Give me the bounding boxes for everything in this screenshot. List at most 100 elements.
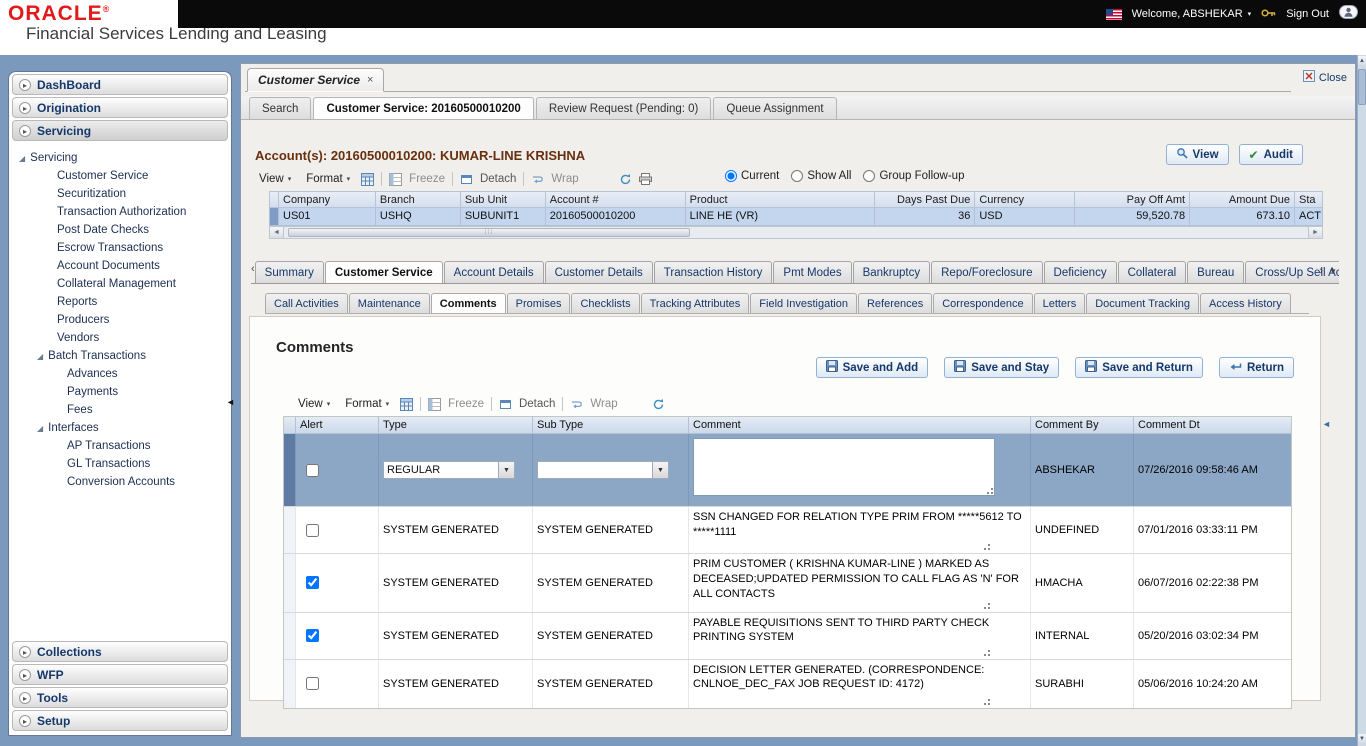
tab-close-icon[interactable]: × xyxy=(367,74,373,86)
sidebar-item-collections[interactable]: ▸ Collections xyxy=(12,641,228,662)
row-selector[interactable] xyxy=(284,434,296,506)
tree-item-fees[interactable]: Fees xyxy=(19,401,231,419)
wrap-label[interactable]: Wrap xyxy=(590,398,617,410)
scrollbar-thumb[interactable] xyxy=(288,228,690,237)
tab-repo-foreclosure[interactable]: Repo/Foreclosure xyxy=(931,261,1043,283)
tree-item-vendors[interactable]: Vendors xyxy=(19,329,231,347)
tab-checklists[interactable]: Checklists xyxy=(571,293,640,313)
row-selector[interactable] xyxy=(284,612,296,659)
tab-scroll-right-icon[interactable]: › xyxy=(1319,265,1323,277)
tree-item-customer-service[interactable]: Customer Service xyxy=(19,167,231,185)
panel-collapse-icon[interactable]: ◄ xyxy=(1322,417,1331,431)
save-and-return-button[interactable]: Save and Return xyxy=(1075,357,1203,378)
tab-tracking-attributes[interactable]: Tracking Attributes xyxy=(640,293,750,313)
detach-icon[interactable] xyxy=(460,173,473,186)
alert-checkbox[interactable] xyxy=(306,576,319,590)
resize-grip-icon[interactable] xyxy=(980,599,990,609)
sidebar-item-tools[interactable]: ▸ Tools xyxy=(12,687,228,708)
resize-grip-icon[interactable] xyxy=(980,646,990,656)
user-avatar-icon[interactable] xyxy=(1339,4,1358,24)
view-button[interactable]: View xyxy=(1165,144,1229,165)
freeze-label[interactable]: Freeze xyxy=(448,398,484,410)
sidebar-item-wfp[interactable]: ▸ WFP xyxy=(12,664,228,685)
tree-node-batch-transactions[interactable]: ◢ Batch Transactions xyxy=(19,347,231,365)
tree-item-advances[interactable]: Advances xyxy=(19,365,231,383)
tab-pmt-modes[interactable]: Pmt Modes xyxy=(773,261,852,283)
tree-item-gl-transactions[interactable]: GL Transactions xyxy=(19,455,231,473)
sidebar-item-origination[interactable]: ▸ Origination xyxy=(12,97,228,118)
chevron-down-icon[interactable]: ▼ xyxy=(498,462,514,478)
radio-show-all-input[interactable] xyxy=(791,170,804,182)
freeze-icon[interactable] xyxy=(428,397,442,411)
tab-correspondence[interactable]: Correspondence xyxy=(933,293,1033,313)
tab-review-request[interactable]: Review Request (Pending: 0) xyxy=(535,97,712,119)
sidebar-collapse-icon[interactable]: ◄ xyxy=(226,395,235,409)
tree-item-producers[interactable]: Producers xyxy=(19,311,231,329)
sidebar-item-dashboard[interactable]: ▸ DashBoard xyxy=(12,74,228,95)
tab-customer-service[interactable]: Customer Service xyxy=(324,261,443,283)
tree-item-collateral-management[interactable]: Collateral Management xyxy=(19,275,231,293)
wrap-icon[interactable] xyxy=(570,398,583,411)
user-menu[interactable]: Welcome, ABSHEKAR ▾ xyxy=(1132,8,1252,20)
resize-grip-icon[interactable] xyxy=(980,695,990,705)
scroll-down-icon[interactable]: ▼ xyxy=(1358,734,1366,745)
freeze-label[interactable]: Freeze xyxy=(409,173,445,185)
comment-edit-row[interactable]: REGULAR ▼ ▼ ABSHEKAR 07/26/2016 09:58:46… xyxy=(284,434,1291,507)
scroll-up-icon[interactable]: ▲ xyxy=(1358,56,1366,67)
radio-current[interactable]: Current xyxy=(725,170,779,182)
freeze-icon[interactable] xyxy=(389,172,403,186)
horizontal-scrollbar[interactable]: ◄ ► xyxy=(269,226,1323,239)
tab-field-investigation[interactable]: Field Investigation xyxy=(750,293,857,313)
tab-references[interactable]: References xyxy=(857,293,933,313)
alert-checkbox[interactable] xyxy=(306,629,319,643)
wrap-label[interactable]: Wrap xyxy=(551,173,578,185)
comment-row[interactable]: SYSTEM GENERATED SYSTEM GENERATED PRIM C… xyxy=(284,554,1291,613)
tab-transaction-history[interactable]: Transaction History xyxy=(653,261,773,283)
tree-item-payments[interactable]: Payments xyxy=(19,383,231,401)
tree-item-securitization[interactable]: Securitization xyxy=(19,185,231,203)
tab-customer-service-document[interactable]: Customer Service × xyxy=(247,68,385,92)
row-selector[interactable] xyxy=(284,659,296,708)
tab-account-details[interactable]: Account Details xyxy=(443,261,544,283)
tab-summary[interactable]: Summary xyxy=(254,261,324,283)
tab-customer-service-account[interactable]: Customer Service: 20160500010200 xyxy=(313,97,534,119)
alert-checkbox[interactable] xyxy=(306,523,319,537)
row-selector[interactable] xyxy=(269,208,279,226)
detach-label[interactable]: Detach xyxy=(480,173,516,185)
alert-checkbox[interactable] xyxy=(306,463,319,477)
tab-letters[interactable]: Letters xyxy=(1033,293,1086,313)
tab-queue-assignment[interactable]: Queue Assignment xyxy=(713,97,837,119)
close-button[interactable]: Close xyxy=(1302,70,1347,85)
refresh-icon[interactable] xyxy=(652,398,665,411)
comment-row[interactable]: SYSTEM GENERATED SYSTEM GENERATED DECISI… xyxy=(284,659,1291,708)
view-menu-button[interactable]: View ▾ xyxy=(255,171,295,187)
resize-grip-icon[interactable] xyxy=(983,484,993,494)
radio-show-all[interactable]: Show All xyxy=(791,170,851,182)
type-dropdown[interactable]: REGULAR ▼ xyxy=(383,461,515,479)
export-icon[interactable] xyxy=(400,397,414,411)
tree-node-servicing[interactable]: ◢ Servicing xyxy=(19,149,231,167)
tab-call-activities[interactable]: Call Activities xyxy=(265,293,348,313)
scroll-right-icon[interactable]: ► xyxy=(1308,227,1322,238)
tab-bureau[interactable]: Bureau xyxy=(1187,261,1245,283)
export-icon[interactable] xyxy=(361,172,375,186)
row-selector[interactable] xyxy=(284,507,296,553)
vertical-scrollbar[interactable]: ▲ ▼ xyxy=(1357,55,1366,746)
save-and-stay-button[interactable]: Save and Stay xyxy=(944,357,1060,378)
tree-item-ap-transactions[interactable]: AP Transactions xyxy=(19,437,231,455)
row-selector[interactable] xyxy=(284,554,296,612)
print-icon[interactable] xyxy=(638,173,652,185)
return-button[interactable]: Return xyxy=(1218,357,1294,378)
refresh-icon[interactable] xyxy=(619,173,632,186)
view-menu-button[interactable]: View ▾ xyxy=(294,396,334,412)
tab-collateral[interactable]: Collateral xyxy=(1117,261,1187,283)
comment-row[interactable]: SYSTEM GENERATED SYSTEM GENERATED PAYABL… xyxy=(284,612,1291,660)
tab-bankruptcy[interactable]: Bankruptcy xyxy=(852,261,931,283)
format-menu-button[interactable]: Format ▾ xyxy=(302,171,354,187)
radio-group-follow-up-input[interactable] xyxy=(863,170,876,182)
detach-label[interactable]: Detach xyxy=(519,398,555,410)
tab-deficiency[interactable]: Deficiency xyxy=(1043,261,1117,283)
tab-document-tracking[interactable]: Document Tracking xyxy=(1086,293,1199,313)
tree-item-conversion-accounts[interactable]: Conversion Accounts xyxy=(19,473,231,491)
tab-promises[interactable]: Promises xyxy=(506,293,571,313)
